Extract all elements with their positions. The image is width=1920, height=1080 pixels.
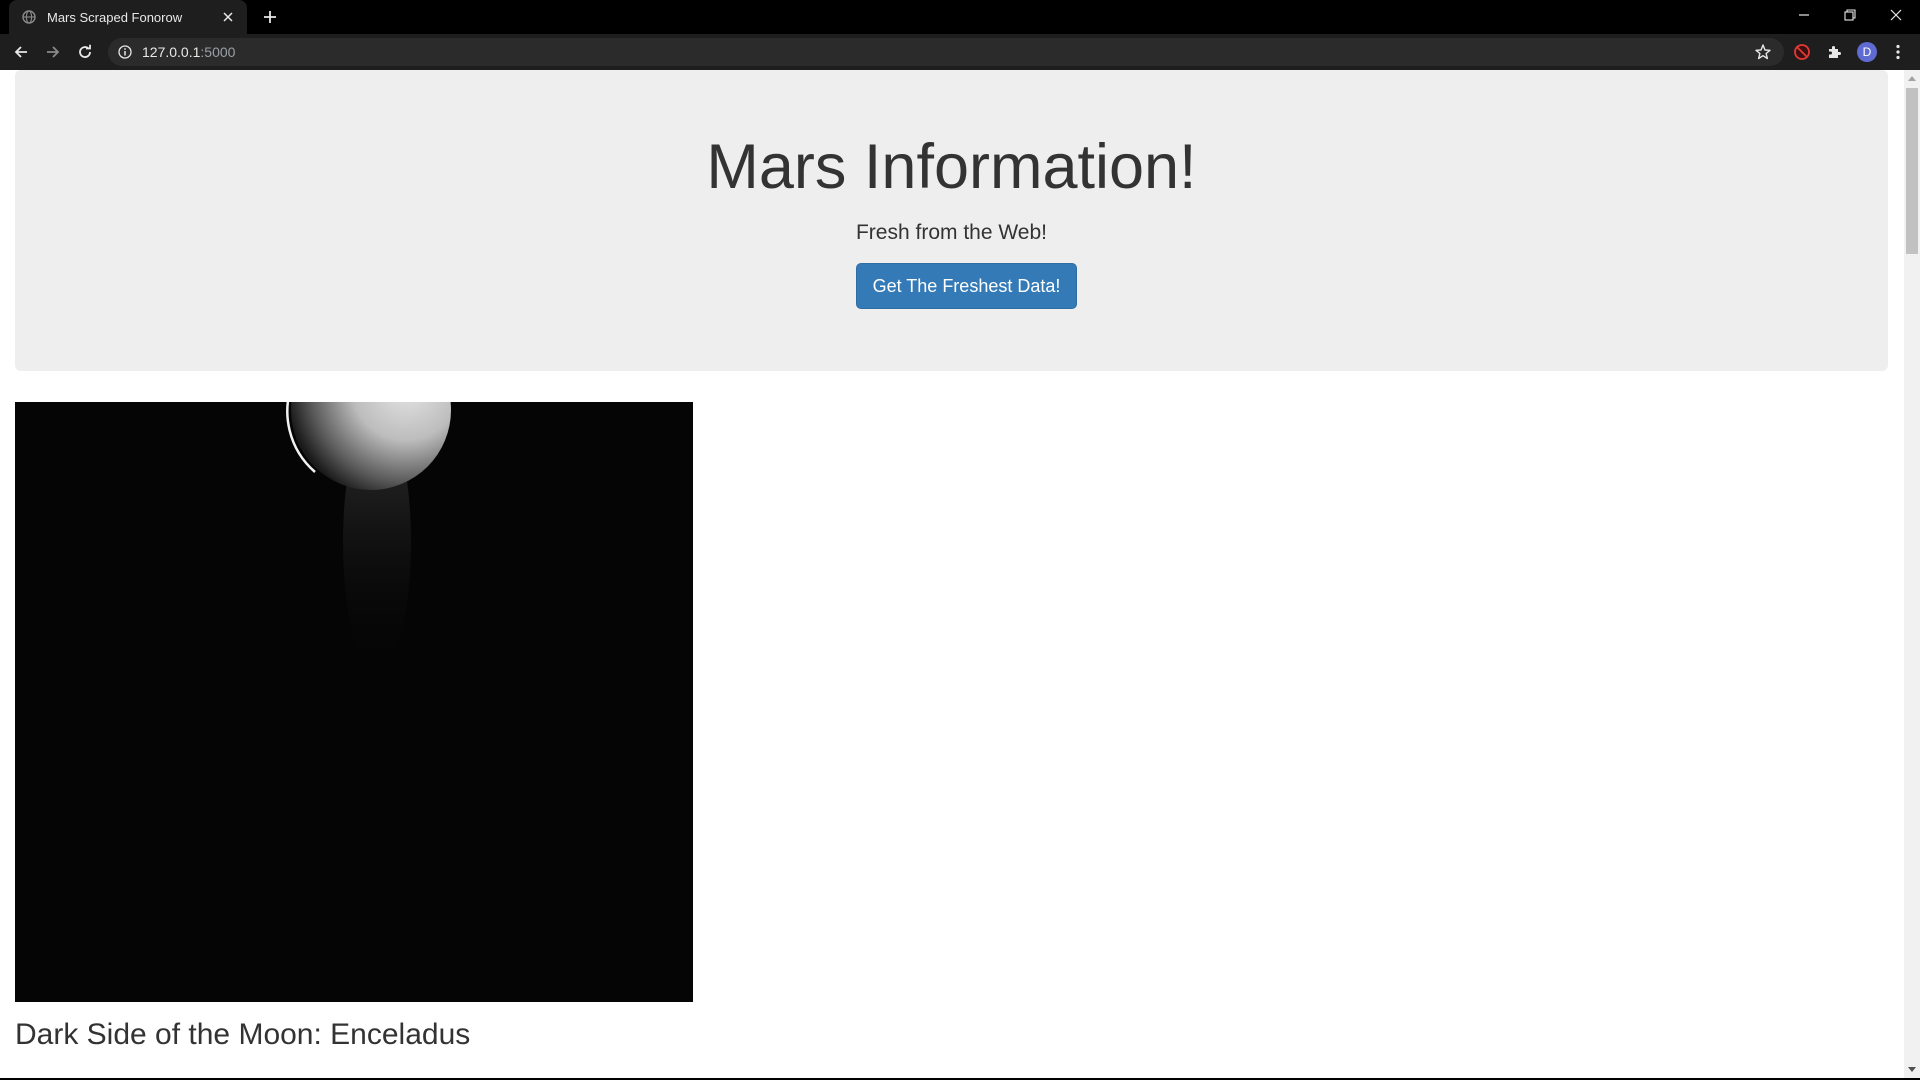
scrollbar-thumb[interactable] bbox=[1906, 88, 1918, 254]
scroll-down-arrow-icon[interactable] bbox=[1904, 1062, 1920, 1078]
scroll-up-arrow-icon[interactable] bbox=[1904, 70, 1920, 86]
bookmark-star-icon[interactable] bbox=[1754, 43, 1772, 61]
browser-tab[interactable]: Mars Scraped Fonorow bbox=[9, 0, 247, 34]
tab-strip: Mars Scraped Fonorow bbox=[0, 0, 1920, 34]
reload-icon[interactable] bbox=[72, 39, 98, 65]
featured-image bbox=[15, 402, 693, 1002]
address-bar[interactable]: 127.0.0.1:5000 bbox=[108, 38, 1784, 66]
url-host: 127.0.0.1 bbox=[142, 44, 201, 60]
jumbotron: Mars Information! Fresh from the Web! Ge… bbox=[15, 70, 1888, 371]
page-viewport: Mars Information! Fresh from the Web! Ge… bbox=[0, 70, 1904, 1078]
page-scrollbar[interactable] bbox=[1904, 70, 1920, 1078]
browser-toolbar: 127.0.0.1:5000 D bbox=[0, 34, 1920, 70]
profile-avatar[interactable]: D bbox=[1857, 42, 1877, 62]
featured-image-title: Dark Side of the Moon: Enceladus bbox=[15, 1018, 471, 1051]
tab-title: Mars Scraped Fonorow bbox=[47, 9, 183, 25]
info-icon[interactable] bbox=[118, 45, 132, 59]
globe-icon bbox=[21, 9, 37, 25]
url-port: :5000 bbox=[200, 44, 236, 60]
forward-arrow-icon[interactable] bbox=[40, 39, 66, 65]
close-tab-icon[interactable] bbox=[219, 8, 237, 26]
menu-kebab-icon[interactable] bbox=[1888, 42, 1908, 62]
minimize-icon[interactable] bbox=[1781, 0, 1827, 30]
restore-icon[interactable] bbox=[1827, 0, 1873, 30]
moon-image bbox=[15, 402, 693, 1002]
extensions-puzzle-icon[interactable] bbox=[1824, 42, 1844, 62]
url-text: 127.0.0.1:5000 bbox=[142, 44, 235, 60]
page-subtitle: Fresh from the Web! bbox=[855, 221, 1047, 244]
page-title: Mars Information! bbox=[706, 132, 1197, 202]
new-tab-icon[interactable] bbox=[259, 6, 281, 28]
close-window-icon[interactable] bbox=[1873, 0, 1919, 30]
blocker-extension-icon[interactable] bbox=[1792, 42, 1812, 62]
back-arrow-icon[interactable] bbox=[8, 39, 34, 65]
get-freshest-data-button[interactable]: Get The Freshest Data! bbox=[856, 263, 1077, 309]
